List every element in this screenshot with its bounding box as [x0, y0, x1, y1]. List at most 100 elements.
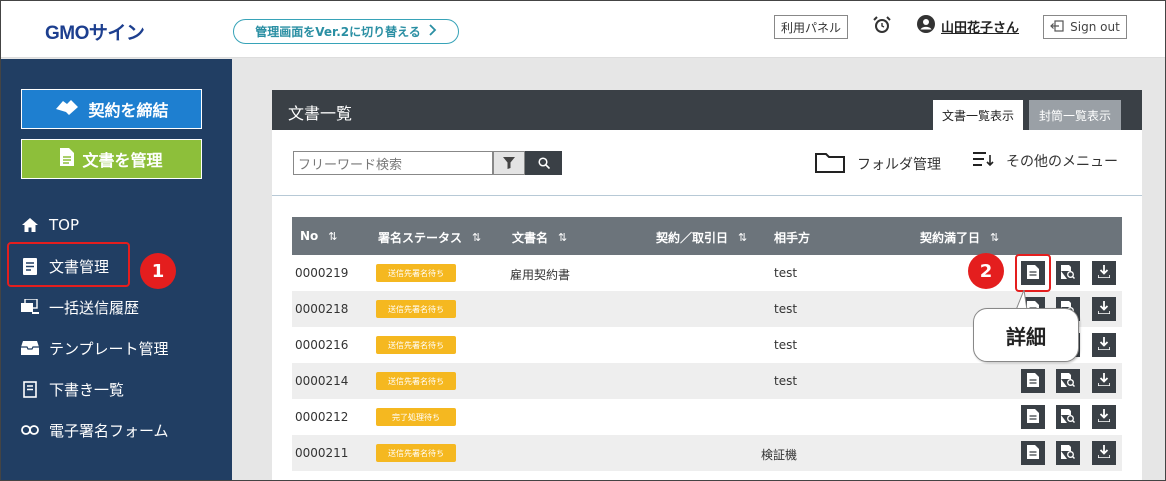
- signout-icon: [1050, 19, 1064, 35]
- status-badge: 送信先署名待ち: [376, 372, 456, 390]
- panel-header: 文書一覧 文書一覧表示 封筒一覧表示: [272, 90, 1142, 130]
- detail-button[interactable]: [1021, 441, 1045, 465]
- app-frame: GMOサイン 管理画面をVer.2に切り替える 利用パネル 山田花子さん Sig…: [0, 0, 1166, 481]
- cell-partner: test: [774, 338, 798, 352]
- highlight-box-documents: [7, 242, 130, 287]
- cell-no: 0000216: [295, 338, 349, 352]
- preview-button[interactable]: [1056, 261, 1080, 285]
- cell-no: 0000219: [295, 266, 349, 280]
- panel-button[interactable]: 利用パネル: [774, 15, 848, 39]
- other-menu-button[interactable]: その他のメニュー: [972, 151, 1118, 171]
- folder-icon: [815, 151, 845, 177]
- download-icon: [1097, 301, 1111, 317]
- column-header-no[interactable]: No ⇅: [300, 229, 338, 243]
- sidebar-item-label: 一括送信履歴: [49, 298, 140, 317]
- download-button[interactable]: [1092, 333, 1116, 357]
- cell-partner: test: [774, 266, 798, 280]
- download-button[interactable]: [1092, 405, 1116, 429]
- sidebar-item-label: TOP: [49, 216, 80, 234]
- sign-contract-button[interactable]: 契約を締結: [21, 89, 202, 129]
- cell-no: 0000218: [295, 302, 349, 316]
- user-name: 山田花子さん: [941, 20, 1020, 36]
- status-badge: 送信先署名待ち: [376, 264, 456, 282]
- divider: [272, 195, 1142, 196]
- switch-version-label: 管理画面をVer.2に切り替える: [255, 25, 421, 39]
- tab-envelope-list[interactable]: 封筒一覧表示: [1029, 100, 1121, 130]
- chevron-right-icon: [429, 24, 437, 39]
- manage-documents-button[interactable]: 文書を管理: [21, 139, 202, 179]
- document-search-icon: [1061, 264, 1075, 282]
- download-button[interactable]: [1092, 441, 1116, 465]
- table-row[interactable]: 0000212 完了処理待ち: [292, 399, 1122, 435]
- sidebar-item-top[interactable]: TOP: [21, 210, 79, 240]
- sidebar-item-label: 電子署名フォーム: [49, 421, 169, 440]
- column-header-doc-name[interactable]: 文書名 ⇅: [512, 229, 567, 246]
- filter-button[interactable]: [493, 151, 525, 175]
- cell-no: 0000214: [295, 374, 349, 388]
- draft-icon: [21, 380, 39, 398]
- document-list-panel: 文書一覧 文書一覧表示 封筒一覧表示 フリーワード検索 フォルダ管理 その他のメ…: [272, 90, 1142, 480]
- tab-document-list[interactable]: 文書一覧表示: [933, 100, 1023, 130]
- cell-partner: test: [774, 374, 798, 388]
- signout-button[interactable]: Sign out: [1043, 15, 1127, 39]
- detail-button[interactable]: [1021, 405, 1045, 429]
- highlight-box-detail: [1015, 254, 1051, 292]
- sidebar-item-bulk-history[interactable]: 一括送信履歴: [21, 292, 139, 322]
- document-icon: [1027, 408, 1039, 426]
- document-icon: [60, 148, 75, 170]
- detail-button[interactable]: [1021, 369, 1045, 393]
- column-header-partner: 相手方: [774, 231, 811, 245]
- sidebar-item-signature-form[interactable]: 電子署名フォーム: [21, 415, 169, 445]
- signout-label: Sign out: [1070, 20, 1120, 34]
- download-icon: [1097, 409, 1111, 425]
- preview-button[interactable]: [1056, 441, 1080, 465]
- document-icon: [1027, 444, 1039, 462]
- sign-contract-label: 契約を締結: [88, 101, 169, 120]
- switch-version-button[interactable]: 管理画面をVer.2に切り替える: [233, 19, 459, 44]
- cell-partner: 検証機: [761, 448, 798, 462]
- user-menu[interactable]: 山田花子さん: [917, 15, 1019, 37]
- sidebar-item-drafts[interactable]: 下書き一覧: [21, 374, 124, 404]
- link-icon: [21, 425, 39, 435]
- status-badge: 送信先署名待ち: [376, 300, 456, 318]
- preview-button[interactable]: [1056, 369, 1080, 393]
- top-header: GMOサイン 管理画面をVer.2に切り替える 利用パネル 山田花子さん Sig…: [1, 1, 1165, 58]
- sort-icon: ⇅: [558, 231, 568, 244]
- step-marker-2: 2: [968, 253, 1004, 289]
- search-icon: [537, 154, 550, 173]
- sidebar-item-templates[interactable]: テンプレート管理: [21, 333, 169, 363]
- download-button[interactable]: [1092, 369, 1116, 393]
- sidebar: 契約を締結 文書を管理 TOP 文書管理 一括送信履歴 テンプレート管理 下書き…: [1, 59, 232, 480]
- manage-documents-label: 文書を管理: [82, 151, 163, 170]
- column-header-date[interactable]: 契約／取引日 ⇅: [656, 229, 747, 246]
- download-icon: [1097, 445, 1111, 461]
- home-icon: [21, 218, 39, 232]
- column-header-expiry[interactable]: 契約満了日 ⇅: [920, 229, 999, 246]
- user-avatar-icon: [917, 15, 935, 37]
- sort-icon: ⇅: [472, 231, 482, 244]
- cell-no: 0000212: [295, 410, 349, 424]
- preview-button[interactable]: [1056, 405, 1080, 429]
- template-icon: [21, 341, 39, 355]
- table-row[interactable]: 0000214 送信先署名待ち test: [292, 363, 1122, 399]
- other-menu-label: その他のメニュー: [1006, 154, 1118, 170]
- search-input[interactable]: フリーワード検索: [293, 151, 493, 175]
- filter-icon: [503, 154, 515, 173]
- search-button[interactable]: [525, 151, 562, 175]
- download-icon: [1097, 265, 1111, 281]
- table-row[interactable]: 0000211 送信先署名待ち 検証機: [292, 435, 1122, 471]
- alarm-icon[interactable]: [872, 15, 892, 35]
- status-badge: 完了処理待ち: [376, 408, 456, 426]
- column-header-status[interactable]: 署名ステータス ⇅: [378, 229, 481, 246]
- folder-management-button[interactable]: フォルダ管理: [815, 151, 941, 177]
- document-icon: [1027, 372, 1039, 390]
- download-button[interactable]: [1092, 297, 1116, 321]
- document-search-icon: [1061, 444, 1075, 462]
- page-title: 文書一覧: [288, 104, 353, 123]
- download-button[interactable]: [1092, 261, 1116, 285]
- handshake-icon: [54, 97, 80, 121]
- tooltip-pointer: [1015, 290, 1028, 310]
- bulk-send-icon: [21, 299, 39, 315]
- status-badge: 送信先署名待ち: [376, 444, 456, 462]
- download-icon: [1097, 373, 1111, 389]
